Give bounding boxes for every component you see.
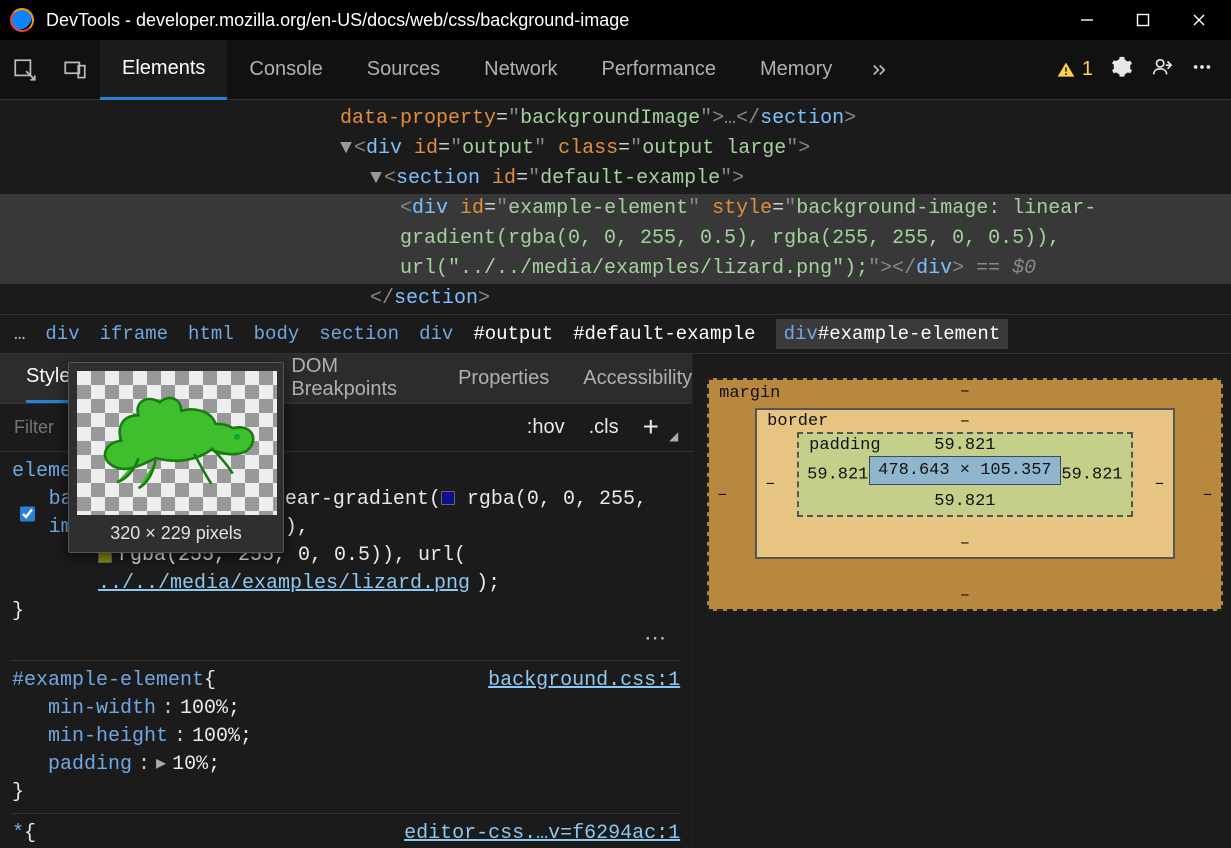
- image-preview-tooltip: 320 × 229 pixels: [68, 362, 284, 553]
- source-link[interactable]: editor-css.…v=f6294ac:1: [404, 820, 680, 848]
- rule-more-icon[interactable]: ⋯: [12, 626, 680, 654]
- style-rule[interactable]: #example-element { background.css:1 min-…: [12, 667, 680, 814]
- minimize-button[interactable]: [1059, 0, 1115, 40]
- box-model-panel: margin – – – – border – – – – padding 59…: [693, 354, 1231, 848]
- corner-icon[interactable]: ◢: [669, 429, 678, 443]
- box-model-padding[interactable]: padding 59.821 59.821 59.821 59.821 478.…: [797, 432, 1132, 517]
- profile-icon[interactable]: [1151, 56, 1173, 83]
- subtab-dom-breakpoints[interactable]: DOM Breakpoints: [291, 355, 424, 401]
- breadcrumb-item-selected[interactable]: div#example-element: [776, 319, 1009, 349]
- breadcrumb[interactable]: … div iframe html body section div #outp…: [0, 314, 1231, 354]
- more-tabs-icon[interactable]: [854, 40, 904, 100]
- breadcrumb-item[interactable]: div: [45, 323, 79, 345]
- new-rule-button[interactable]: +: [643, 411, 659, 443]
- tab-memory[interactable]: Memory: [738, 40, 854, 100]
- panel-tabs: Elements Console Sources Network Perform…: [100, 40, 854, 100]
- close-button[interactable]: [1171, 0, 1227, 40]
- subtab-accessibility[interactable]: Accessibility: [583, 367, 692, 390]
- warning-badge[interactable]: 1: [1056, 58, 1093, 81]
- tab-network[interactable]: Network: [462, 40, 579, 100]
- cls-toggle[interactable]: .cls: [589, 416, 619, 439]
- breadcrumb-item[interactable]: #default-example: [573, 323, 755, 345]
- window-titlebar: DevTools - developer.mozilla.org/en-US/d…: [0, 0, 1231, 40]
- breadcrumb-item[interactable]: html: [188, 323, 234, 345]
- device-icon[interactable]: [50, 40, 100, 100]
- selected-dom-node[interactable]: <div id="example-element" style="backgro…: [0, 194, 1231, 224]
- dom-tree[interactable]: data-property="backgroundImage">…</secti…: [0, 100, 1231, 314]
- breadcrumb-item[interactable]: iframe: [100, 323, 168, 345]
- tab-performance[interactable]: Performance: [580, 40, 739, 100]
- maximize-button[interactable]: [1115, 0, 1171, 40]
- breadcrumb-item[interactable]: div: [419, 323, 453, 345]
- tab-elements[interactable]: Elements: [100, 40, 227, 100]
- more-options-icon[interactable]: [1191, 56, 1213, 83]
- warning-count: 1: [1082, 58, 1093, 81]
- styles-pane: Styles DOM Breakpoints Properties Access…: [0, 354, 693, 848]
- tab-sources[interactable]: Sources: [345, 40, 462, 100]
- breadcrumb-item[interactable]: #output: [473, 323, 553, 345]
- app-icon: [10, 8, 34, 32]
- hov-toggle[interactable]: :hov: [527, 416, 565, 439]
- style-rule[interactable]: * { editor-css.…v=f6294ac:1: [12, 820, 680, 848]
- main-toolbar: Elements Console Sources Network Perform…: [0, 40, 1231, 100]
- breadcrumb-overflow-icon[interactable]: …: [14, 323, 25, 345]
- breadcrumb-item[interactable]: body: [254, 323, 300, 345]
- settings-icon[interactable]: [1111, 56, 1133, 83]
- url-link[interactable]: ../../media/examples/lizard.png: [98, 570, 470, 598]
- box-model-border[interactable]: border – – – – padding 59.821 59.821 59.…: [755, 408, 1174, 559]
- source-link[interactable]: background.css:1: [488, 667, 680, 695]
- window-title: DevTools - developer.mozilla.org/en-US/d…: [46, 10, 1059, 31]
- color-swatch-icon[interactable]: [441, 491, 455, 505]
- box-model-content[interactable]: 478.643 × 105.357: [869, 456, 1060, 485]
- breadcrumb-item[interactable]: section: [319, 323, 399, 345]
- box-model-margin[interactable]: margin – – – – border – – – – padding 59…: [707, 378, 1222, 611]
- subtab-properties[interactable]: Properties: [458, 367, 549, 390]
- inspect-icon[interactable]: [0, 40, 50, 100]
- tooltip-caption: 320 × 229 pixels: [77, 515, 275, 544]
- prop-toggle[interactable]: [20, 506, 35, 522]
- lizard-image-icon: [87, 381, 267, 506]
- tab-console[interactable]: Console: [227, 40, 344, 100]
